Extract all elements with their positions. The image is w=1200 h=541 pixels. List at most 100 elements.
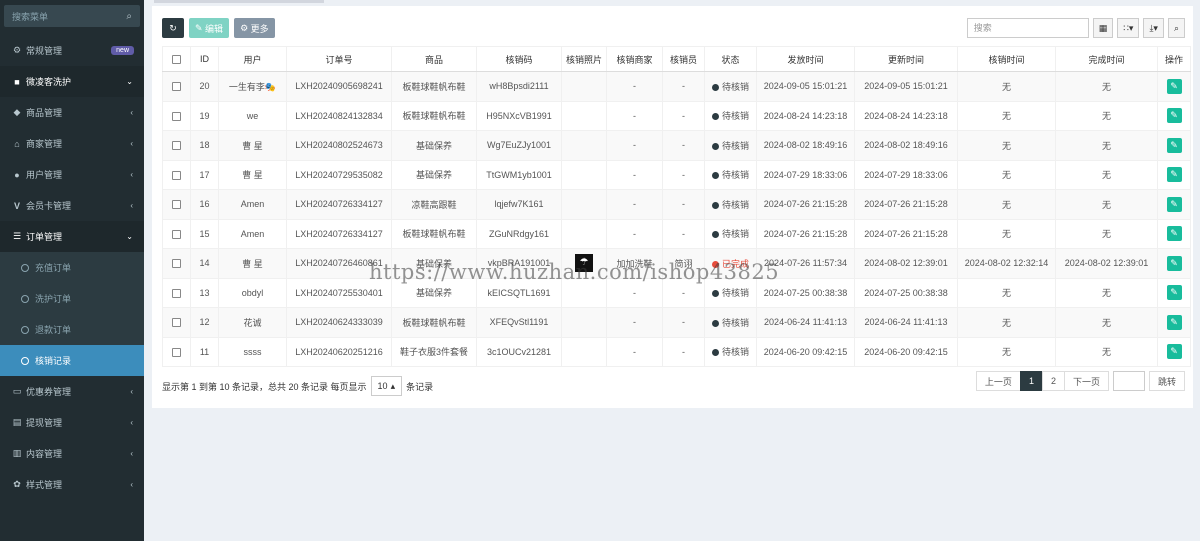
cell-issued: 2024-07-26 21:15:28 bbox=[756, 189, 855, 220]
row-checkbox[interactable] bbox=[172, 141, 181, 151]
columns-button[interactable]: ∷▾ bbox=[1117, 18, 1140, 38]
sidebar-item-label: 微凌客洗护 bbox=[26, 77, 72, 87]
cell-completed: 无 bbox=[1055, 218, 1158, 249]
sidebar-item-general[interactable]: ⚙ 常规管理 new bbox=[0, 35, 144, 66]
column-header[interactable]: 核销时间 bbox=[957, 46, 1056, 72]
edit-row-button[interactable]: ✎ bbox=[1166, 108, 1182, 124]
page-size-select[interactable]: 10 ▴ bbox=[370, 376, 403, 396]
cell-status: 待核销 bbox=[704, 100, 757, 131]
cell-product: 鞋子衣服3件套餐 bbox=[391, 336, 477, 367]
column-header[interactable]: 核销照片 bbox=[561, 46, 607, 72]
page-button-1[interactable]: 1 bbox=[1019, 371, 1043, 391]
column-header[interactable]: 商品 bbox=[391, 46, 477, 72]
sidebar-item-membership[interactable]: V 会员卡管理 ‹ bbox=[0, 190, 144, 221]
sidebar-subitem-label: 核销记录 bbox=[35, 356, 72, 366]
sidebar-subitem-wash[interactable]: 洗护订单 bbox=[0, 283, 144, 314]
row-select-cell[interactable] bbox=[162, 189, 191, 220]
cell-staff: - bbox=[662, 100, 705, 131]
edit-button[interactable]: ✎ 编辑 bbox=[189, 18, 230, 38]
column-header[interactable]: 完成时间 bbox=[1055, 46, 1158, 72]
cell-user: 曹 星 bbox=[218, 159, 287, 190]
refresh-button[interactable]: ↻ bbox=[162, 18, 184, 38]
edit-row-button[interactable]: ✎ bbox=[1166, 285, 1182, 301]
cell-status: 已完成 bbox=[704, 248, 757, 279]
more-button[interactable]: ⚙ 更多 bbox=[234, 18, 275, 38]
table-row: 15 Amen LXH20240726334127 板鞋球鞋帆布鞋 ZGuNRdgy16… bbox=[162, 218, 1191, 249]
table-search-input[interactable] bbox=[966, 18, 1089, 38]
cell-code: vkpBRA191001 bbox=[476, 248, 562, 279]
column-header[interactable]: 核销码 bbox=[476, 46, 562, 72]
column-header[interactable]: 核销商家 bbox=[606, 46, 663, 72]
next-page-button[interactable]: 下一页 bbox=[1063, 371, 1109, 391]
column-header[interactable]: 状态 bbox=[704, 46, 757, 72]
main-content: ↻ ✎ 编辑 ⚙ 更多 ▦ ∷▾ ⤓▾ ⌕ bbox=[144, 0, 1200, 541]
row-checkbox[interactable] bbox=[172, 82, 181, 92]
cell-status: 待核销 bbox=[704, 71, 757, 102]
jump-button[interactable]: 跳转 bbox=[1148, 371, 1185, 391]
cell-completed: 无 bbox=[1055, 189, 1158, 220]
row-select-cell[interactable] bbox=[162, 218, 191, 249]
advanced-search-button[interactable]: ⌕ bbox=[1167, 18, 1185, 38]
edit-row-button[interactable]: ✎ bbox=[1166, 255, 1182, 271]
column-header[interactable]: 更新时间 bbox=[854, 46, 958, 72]
sidebar-item-coupons[interactable]: ▭ 优惠券管理 ‹ bbox=[0, 376, 144, 407]
photo-thumbnail-icon[interactable]: ☂ bbox=[575, 254, 593, 273]
sidebar-item-orders[interactable]: ☰ 订单管理 ⌄ bbox=[0, 221, 144, 252]
row-checkbox[interactable] bbox=[172, 259, 181, 269]
select-all-checkbox[interactable] bbox=[172, 55, 181, 65]
edit-row-button[interactable]: ✎ bbox=[1166, 196, 1182, 212]
prev-page-button[interactable]: 上一页 bbox=[975, 371, 1021, 391]
sidebar-item-wlk[interactable]: ■ 微凌客洗护 ⌄ bbox=[0, 66, 144, 97]
sidebar-subitem-verification[interactable]: 核销记录 bbox=[0, 345, 144, 376]
row-select-cell[interactable] bbox=[162, 307, 191, 338]
cell-updated: 2024-07-25 00:38:38 bbox=[854, 277, 958, 308]
toggle-view-button[interactable]: ▦ bbox=[1092, 18, 1114, 38]
jump-page-input[interactable] bbox=[1112, 371, 1145, 391]
sidebar-item-content[interactable]: ▥ 内容管理 ‹ bbox=[0, 438, 144, 469]
edit-row-button[interactable]: ✎ bbox=[1166, 137, 1182, 153]
row-select-cell[interactable] bbox=[162, 130, 191, 161]
row-select-cell[interactable] bbox=[162, 71, 191, 102]
column-header[interactable]: 发放时间 bbox=[756, 46, 855, 72]
edit-row-button[interactable]: ✎ bbox=[1166, 78, 1182, 94]
edit-row-button[interactable]: ✎ bbox=[1166, 226, 1182, 242]
cell-status: 待核销 bbox=[704, 189, 757, 220]
sidebar-item-users[interactable]: ● 用户管理 ‹ bbox=[0, 159, 144, 190]
cell-merchant: - bbox=[606, 336, 663, 367]
page-button-2[interactable]: 2 bbox=[1041, 371, 1065, 391]
cell-user: we bbox=[218, 100, 287, 131]
row-checkbox[interactable] bbox=[172, 347, 181, 357]
table-row: 12 花诚 LXH20240624333039 板鞋球鞋帆布鞋 XFEQvStl1191… bbox=[162, 307, 1191, 338]
row-select-cell[interactable] bbox=[162, 100, 191, 131]
column-header[interactable]: 订单号 bbox=[286, 46, 392, 72]
row-select-cell[interactable] bbox=[162, 159, 191, 190]
sidebar-subitem-recharge[interactable]: 充值订单 bbox=[0, 252, 144, 283]
edit-row-button[interactable]: ✎ bbox=[1166, 344, 1182, 360]
menu-search-input[interactable]: 搜索菜单 ⌕ bbox=[4, 5, 140, 27]
list-icon: ☰ bbox=[12, 231, 22, 241]
row-select-cell[interactable] bbox=[162, 336, 191, 367]
row-checkbox[interactable] bbox=[172, 200, 181, 210]
sidebar-subitem-refund[interactable]: 退款订单 bbox=[0, 314, 144, 345]
row-checkbox[interactable] bbox=[172, 111, 181, 121]
search-icon[interactable]: ⌕ bbox=[126, 11, 132, 22]
row-checkbox[interactable] bbox=[172, 318, 181, 328]
edit-row-button[interactable]: ✎ bbox=[1166, 314, 1182, 330]
column-header[interactable]: ID bbox=[190, 46, 219, 72]
status-dot-icon bbox=[711, 142, 719, 150]
sidebar-item-products[interactable]: ◆ 商品管理 ‹ bbox=[0, 97, 144, 128]
sidebar-item-styles[interactable]: ✿ 样式管理 ‹ bbox=[0, 469, 144, 500]
row-checkbox[interactable] bbox=[172, 229, 181, 239]
row-select-cell[interactable] bbox=[162, 248, 191, 279]
row-checkbox[interactable] bbox=[172, 288, 181, 298]
sidebar-item-withdraw[interactable]: ▤ 提现管理 ‹ bbox=[0, 407, 144, 438]
cell-user: ssss bbox=[218, 336, 287, 367]
export-button[interactable]: ⤓▾ bbox=[1143, 18, 1164, 38]
edit-row-button[interactable]: ✎ bbox=[1166, 167, 1182, 183]
row-select-cell[interactable] bbox=[162, 277, 191, 308]
column-header[interactable]: 核销员 bbox=[662, 46, 705, 72]
row-checkbox[interactable] bbox=[172, 170, 181, 180]
sidebar-item-merchants[interactable]: ⌂ 商家管理 ‹ bbox=[0, 128, 144, 159]
select-all-header[interactable] bbox=[162, 46, 191, 72]
column-header[interactable]: 用户 bbox=[218, 46, 287, 72]
